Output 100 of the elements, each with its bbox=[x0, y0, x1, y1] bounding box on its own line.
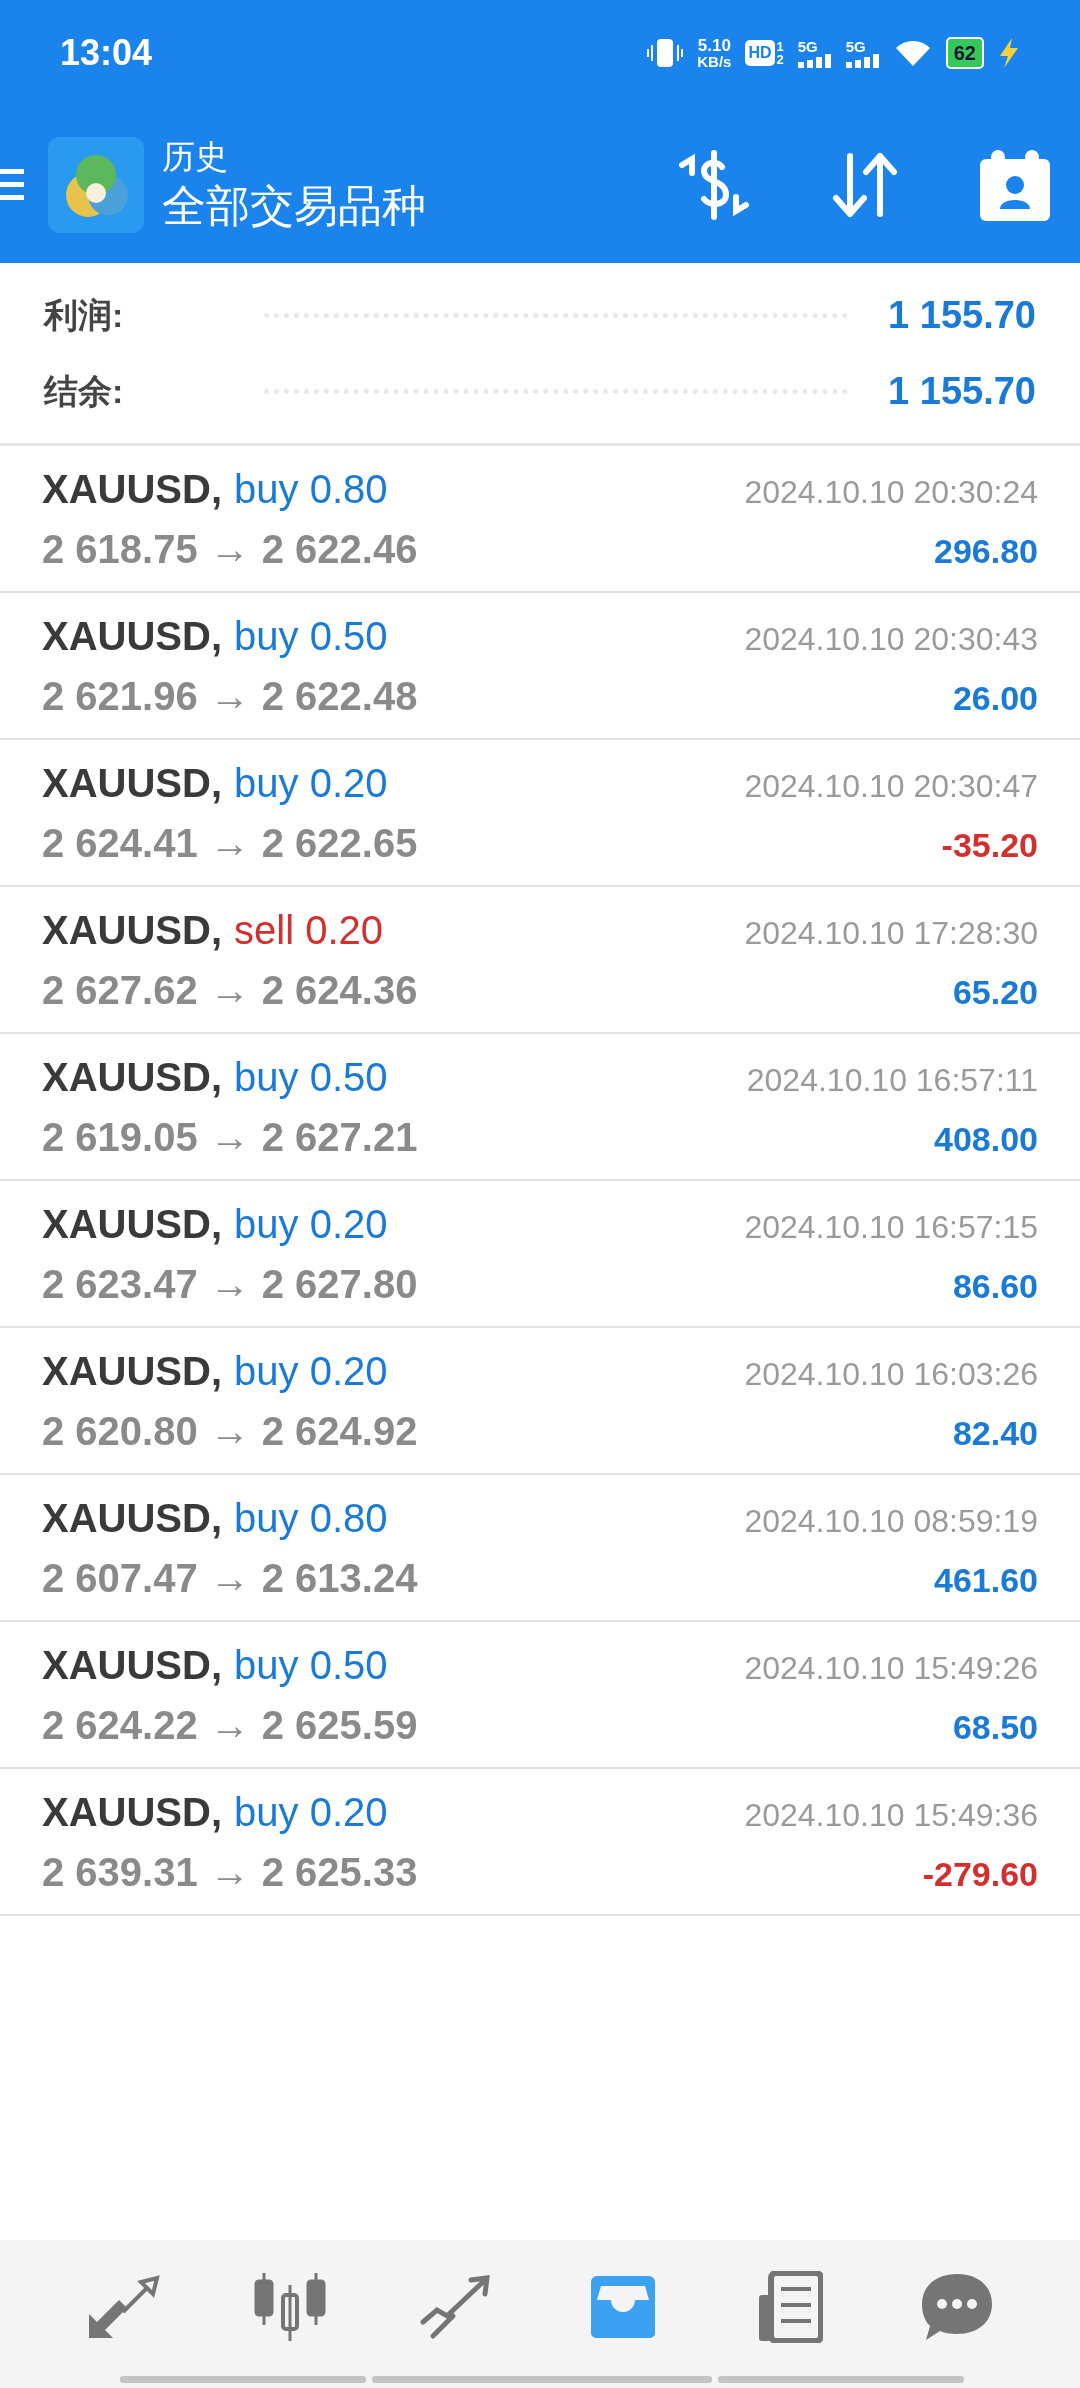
close-price: 2 622.65 bbox=[261, 819, 418, 867]
network-type: 5G bbox=[797, 38, 819, 54]
trade-action: buy 0.80 bbox=[234, 1494, 388, 1542]
summary-label: 结余: bbox=[44, 370, 125, 412]
network-speed: 5.10 bbox=[697, 37, 731, 54]
open-price: 2 620.80 bbox=[42, 1407, 198, 1455]
candlestick-icon bbox=[252, 2271, 328, 2343]
trade-action: buy 0.50 bbox=[234, 612, 388, 660]
screen-title: 历史 bbox=[162, 137, 229, 178]
summary-label: 利润: bbox=[44, 294, 125, 336]
app-logo-icon bbox=[48, 136, 144, 233]
summary-value: 1 155.70 bbox=[888, 368, 1036, 414]
open-price: 2 623.47 bbox=[42, 1260, 198, 1308]
dollar-exchange-icon[interactable] bbox=[678, 148, 750, 221]
trade-profit: 68.50 bbox=[952, 1706, 1038, 1748]
hd-badge: HD bbox=[745, 40, 775, 66]
trade-row[interactable]: XAUUSD, buy 0.20 2024.10.10 16:03:26 2 620.80 → 2 624.92 82.40 bbox=[0, 1328, 1080, 1475]
trade-profit: 461.60 bbox=[934, 1559, 1038, 1601]
trade-symbol: XAUUSD, bbox=[42, 759, 223, 807]
signal-icon bbox=[797, 53, 832, 68]
vibrate-icon bbox=[647, 37, 684, 69]
close-price: 2 627.80 bbox=[261, 1260, 418, 1308]
arrow-sign: → bbox=[209, 1701, 250, 1749]
arrow-sign: → bbox=[209, 525, 250, 573]
signal-icon bbox=[845, 53, 880, 68]
calendar-person-icon[interactable] bbox=[980, 148, 1050, 221]
trade-profit: 82.40 bbox=[952, 1412, 1038, 1454]
network-type: 5G bbox=[845, 38, 867, 54]
trade-profit: 408.00 bbox=[934, 1118, 1038, 1160]
arrow-sign: → bbox=[209, 1848, 250, 1896]
newspaper-icon bbox=[756, 2271, 823, 2343]
trade-row[interactable]: XAUUSD, sell 0.20 2024.10.10 17:28:30 2 627.62 → 2 624.36 65.20 bbox=[0, 887, 1080, 1034]
arrow-sign: → bbox=[209, 672, 250, 720]
sim-number: 2 bbox=[776, 53, 784, 66]
close-price: 2 624.36 bbox=[261, 966, 418, 1014]
trade-row[interactable]: XAUUSD, buy 0.20 2024.10.10 16:57:15 2 623.47 → 2 627.80 86.60 bbox=[0, 1181, 1080, 1328]
trade-row[interactable]: XAUUSD, buy 0.50 2024.10.10 20:30:43 2 621.96 → 2 622.48 26.00 bbox=[0, 593, 1080, 740]
trade-symbol: XAUUSD, bbox=[42, 1494, 223, 1542]
trade-symbol: XAUUSD, bbox=[42, 906, 223, 954]
trade-action: buy 0.20 bbox=[234, 759, 388, 807]
status-time: 13:04 bbox=[60, 31, 153, 75]
trade-action: buy 0.20 bbox=[234, 1347, 388, 1395]
trade-action: buy 0.20 bbox=[234, 1200, 388, 1248]
trade-time: 2024.10.10 16:57:11 bbox=[746, 1060, 1038, 1100]
trade-time: 2024.10.10 20:30:43 bbox=[744, 619, 1038, 659]
trade-time: 2024.10.10 15:49:26 bbox=[744, 1648, 1038, 1688]
close-price: 2 625.33 bbox=[261, 1848, 418, 1896]
trade-action: buy 0.50 bbox=[234, 1641, 388, 1689]
trade-profit: 86.60 bbox=[952, 1265, 1038, 1307]
symbol-filter[interactable]: 全部交易品种 bbox=[162, 177, 426, 233]
trade-row[interactable]: XAUUSD, buy 0.50 2024.10.10 15:49:26 2 624.22 → 2 625.59 68.50 bbox=[0, 1622, 1080, 1769]
trade-symbol: XAUUSD, bbox=[42, 1053, 223, 1101]
trade-row[interactable]: XAUUSD, buy 0.80 2024.10.10 20:30:24 2 618.75 → 2 622.46 296.80 bbox=[0, 446, 1080, 593]
trade-profit: 65.20 bbox=[952, 971, 1038, 1013]
open-price: 2 624.22 bbox=[42, 1701, 198, 1749]
arrow-sign: → bbox=[209, 1554, 250, 1602]
sim-number: 1 bbox=[776, 40, 784, 53]
trade-symbol: XAUUSD, bbox=[42, 1788, 223, 1836]
trade-symbol: XAUUSD, bbox=[42, 1200, 223, 1248]
open-price: 2 607.47 bbox=[42, 1554, 198, 1602]
trade-symbol: XAUUSD, bbox=[42, 1347, 223, 1395]
trade-symbol: XAUUSD, bbox=[42, 465, 223, 513]
summary-value: 1 155.70 bbox=[888, 292, 1036, 338]
trade-time: 2024.10.10 15:49:36 bbox=[744, 1795, 1038, 1835]
close-price: 2 624.92 bbox=[261, 1407, 418, 1455]
trade-row[interactable]: XAUUSD, buy 0.20 2024.10.10 20:30:47 2 624.41 → 2 622.65 -35.20 bbox=[0, 740, 1080, 887]
trade-row[interactable]: XAUUSD, buy 0.50 2024.10.10 16:57:11 2 619.05 → 2 627.21 408.00 bbox=[0, 1034, 1080, 1181]
arrow-sign: → bbox=[209, 1113, 250, 1161]
trade-profit: -35.20 bbox=[941, 824, 1038, 866]
arrow-sign: → bbox=[209, 1260, 250, 1308]
trade-row[interactable]: XAUUSD, buy 0.80 2024.10.10 08:59:19 2 607.47 → 2 613.24 461.60 bbox=[0, 1475, 1080, 1622]
open-price: 2 618.75 bbox=[42, 525, 198, 573]
trade-symbol: XAUUSD, bbox=[42, 612, 223, 660]
trade-action: buy 0.50 bbox=[234, 1053, 388, 1101]
chat-bubble-icon bbox=[919, 2272, 994, 2342]
trade-action: buy 0.80 bbox=[234, 465, 388, 513]
trade-profit: 26.00 bbox=[952, 677, 1038, 719]
open-price: 2 639.31 bbox=[42, 1848, 198, 1896]
close-price: 2 622.46 bbox=[261, 525, 418, 573]
charging-icon bbox=[998, 38, 1020, 68]
trade-time: 2024.10.10 20:30:47 bbox=[744, 766, 1038, 806]
trade-time: 2024.10.10 08:59:19 bbox=[744, 1501, 1038, 1541]
trade-row[interactable]: XAUUSD, buy 0.20 2024.10.10 15:49:36 2 639.31 → 2 625.33 -279.60 bbox=[0, 1769, 1080, 1916]
close-price: 2 622.48 bbox=[261, 672, 418, 720]
arrow-sign: → bbox=[209, 966, 250, 1014]
battery-indicator: 62 bbox=[945, 37, 984, 69]
wifi-icon bbox=[893, 38, 932, 68]
trade-time: 2024.10.10 16:03:26 bbox=[744, 1354, 1038, 1394]
trade-symbol: XAUUSD, bbox=[42, 1641, 223, 1689]
trade-action: buy 0.20 bbox=[234, 1788, 388, 1836]
trade-profit: 296.80 bbox=[934, 530, 1038, 572]
open-price: 2 627.62 bbox=[42, 966, 198, 1014]
close-price: 2 627.21 bbox=[261, 1113, 418, 1161]
menu-icon[interactable] bbox=[0, 166, 24, 203]
trade-profit: -279.60 bbox=[922, 1853, 1038, 1895]
arrow-sign: → bbox=[209, 1407, 250, 1455]
trade-time: 2024.10.10 17:28:30 bbox=[744, 913, 1038, 953]
arrow-sign: → bbox=[209, 819, 250, 867]
close-price: 2 625.59 bbox=[261, 1701, 418, 1749]
trade-time: 2024.10.10 20:30:24 bbox=[744, 472, 1038, 512]
